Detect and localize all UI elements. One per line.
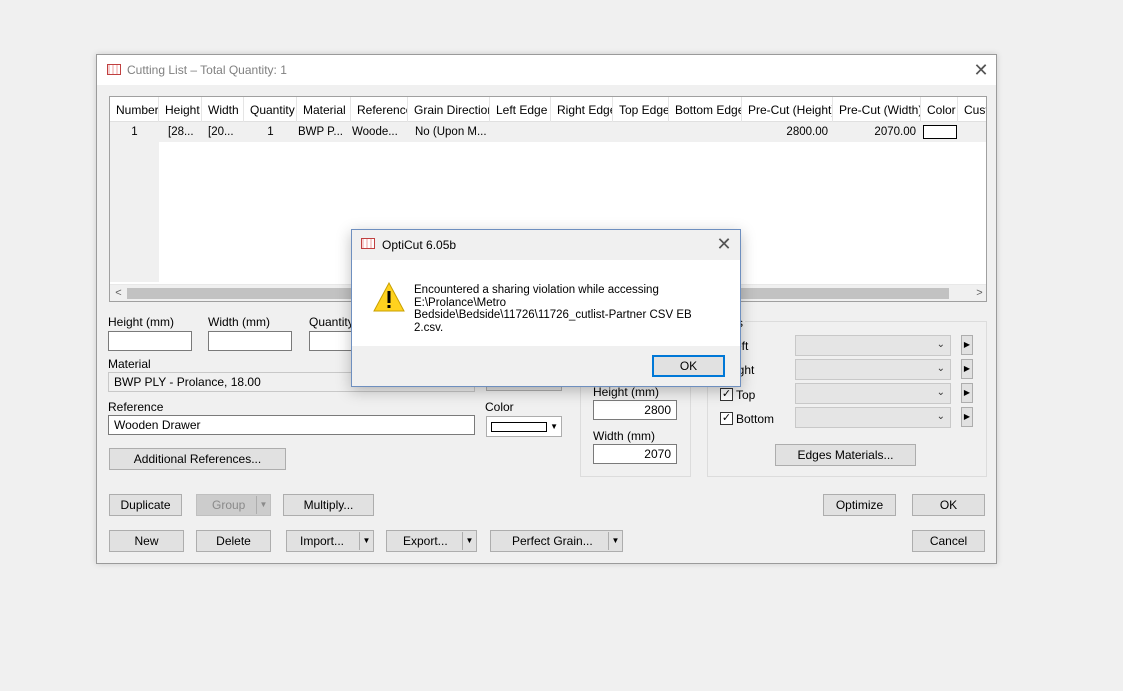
left-edge-arrow-button[interactable]: ▶ [961,335,973,355]
chevron-down-icon: ⌄ [936,387,945,398]
chevron-down-icon: ⌄ [936,411,945,422]
group-dropdown-icon[interactable]: ▼ [256,496,270,514]
material-label: Material [108,357,151,371]
color-picker-button[interactable]: ▼ [486,416,562,437]
export-dropdown-icon[interactable]: ▼ [462,532,476,550]
cell-height: [28... [168,126,194,138]
height-label: Height (mm) [108,315,175,329]
group-button-label: Group [212,498,246,512]
duplicate-button[interactable]: Duplicate [109,494,182,516]
col-header-quantity[interactable]: Quantity [244,97,297,122]
width-input[interactable] [208,331,292,351]
cell-precut-height: 2800.00 [786,126,828,138]
window-close-icon[interactable]: ✕ [966,56,996,84]
chevron-down-icon: ⌄ [936,363,945,374]
dialog-message-line-2: E:\Prolance\Metro [414,296,507,309]
new-button[interactable]: New [109,530,184,552]
group-button[interactable]: Group ▼ [196,494,271,516]
dialog-title: OptiCut 6.05b [382,238,457,252]
col-header-bottom-edge[interactable]: Bottom Edge [669,97,742,122]
cell-reference: Woode... [352,126,398,138]
window-titlebar: Cutting List – Total Quantity: 1 ✕ [97,55,996,85]
col-header-right-edge[interactable]: Right Edge [551,97,613,122]
top-edge-arrow-button[interactable]: ▶ [961,383,973,403]
bottom-edge-checkbox[interactable]: ✓ [720,412,733,425]
cell-material: BWP P... [298,126,343,138]
import-button[interactable]: Import... ▼ [286,530,374,552]
window-title: Cutting List – Total Quantity: 1 [127,63,287,77]
reference-label: Reference [108,400,164,414]
color-label: Color [485,400,514,414]
col-header-color[interactable]: Color [921,97,958,122]
left-edge-select[interactable]: ⌄ [795,335,951,356]
row-header-column [110,142,159,282]
height-input[interactable] [108,331,192,351]
bottom-edge-select[interactable]: ⌄ [795,407,951,428]
app-icon [107,64,121,75]
chevron-down-icon: ⌄ [936,339,945,350]
perfect-grain-button[interactable]: Perfect Grain... ▼ [490,530,623,552]
cell-width: [20... [208,126,234,138]
col-header-top-edge[interactable]: Top Edge [613,97,669,122]
edges-materials-button[interactable]: Edges Materials... [775,444,916,466]
right-edge-arrow-button[interactable]: ▶ [961,359,973,379]
quantity-input[interactable] [309,331,353,351]
dialog-close-icon[interactable]: ✕ [709,230,739,258]
cell-number: 1 [131,126,138,138]
optimize-button[interactable]: Optimize [823,494,896,516]
grid-header: Number Height Width Quantity Material Re… [110,97,986,122]
precut-width-label: Width (mm) [593,429,655,443]
perfect-grain-dropdown-icon[interactable]: ▼ [608,532,622,550]
export-button-label: Export... [403,534,448,548]
delete-button[interactable]: Delete [196,530,271,552]
precut-height-input[interactable]: 2800 [593,400,677,420]
perfect-grain-button-label: Perfect Grain... [512,534,593,548]
reference-input[interactable]: Wooden Drawer [108,415,475,435]
table-row[interactable]: 1 [28... [20... 1 BWP P... Woode... No (… [110,122,986,142]
import-dropdown-icon[interactable]: ▼ [359,532,373,550]
additional-references-button[interactable]: Additional References... [109,448,286,470]
col-header-precut-width[interactable]: Pre-Cut (Width) [833,97,921,122]
export-button[interactable]: Export... ▼ [386,530,477,552]
bottom-edge-label: Bottom [736,412,775,426]
width-label: Width (mm) [208,315,270,329]
warning-icon [373,282,405,312]
dialog-app-icon [361,238,375,249]
col-header-left-edge[interactable]: Left Edge [490,97,551,122]
cell-grain-direction: No (Upon M... [415,126,487,138]
color-picker-swatch [491,422,547,432]
col-header-grain-direction[interactable]: Grain Direction [408,97,490,122]
quantity-label: Quantity [309,315,354,329]
dialog-body: Encountered a sharing violation while ac… [352,260,740,346]
scroll-right-icon[interactable]: > [971,285,986,301]
precut-width-input[interactable]: 2070 [593,444,677,464]
ok-button[interactable]: OK [912,494,985,516]
dialog-message-line-1: Encountered a sharing violation while ac… [414,284,659,296]
color-dropdown-icon: ▼ [550,422,558,431]
col-header-material[interactable]: Material [297,97,351,122]
cancel-button[interactable]: Cancel [912,530,985,552]
right-edge-select[interactable]: ⌄ [795,359,951,380]
col-header-custom[interactable]: Cust [958,97,986,122]
dialog-message: Encountered a sharing violation while ac… [414,284,724,334]
col-header-number[interactable]: Number [110,97,159,122]
dialog-ok-button[interactable]: OK [652,355,725,377]
multiply-button[interactable]: Multiply... [283,494,374,516]
error-dialog: OptiCut 6.05b ✕ Encountered a sharing vi… [351,229,741,387]
top-edge-label: Top [736,388,756,402]
import-button-label: Import... [300,534,345,548]
col-header-reference[interactable]: Reference [351,97,408,122]
scroll-left-icon[interactable]: < [110,285,127,301]
precut-height-label: Height (mm) [593,385,660,399]
cell-quantity: 1 [267,126,274,138]
col-header-width[interactable]: Width [202,97,244,122]
cell-color-swatch [923,125,957,139]
bottom-edge-arrow-button[interactable]: ▶ [961,407,973,427]
col-header-precut-height[interactable]: Pre-Cut (Height) [742,97,833,122]
dialog-message-line-3: Bedside\Bedside\11726\11726_cutlist-Part… [414,309,692,334]
col-header-height[interactable]: Height [159,97,202,122]
top-edge-select[interactable]: ⌄ [795,383,951,404]
top-edge-checkbox[interactable]: ✓ [720,388,733,401]
cell-precut-width: 2070.00 [874,126,916,138]
